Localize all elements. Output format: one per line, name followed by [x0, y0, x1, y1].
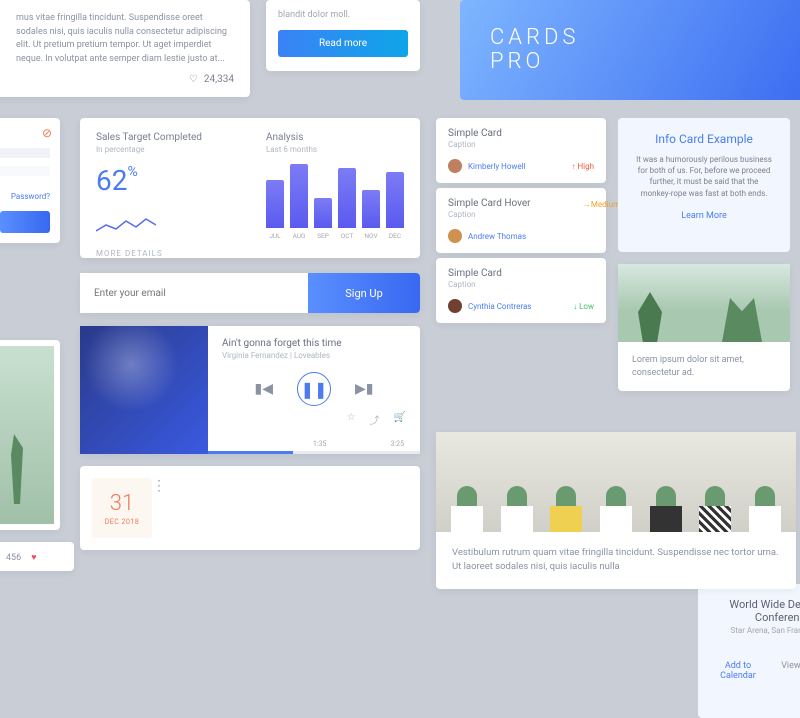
add-calendar-link[interactable]: Add to Calendar	[712, 661, 764, 681]
target-percent: 62%	[96, 164, 234, 197]
bar	[362, 190, 380, 228]
learn-more-link[interactable]: Learn More	[634, 211, 774, 221]
user-name: Kimberly Howell	[468, 162, 526, 171]
hero-image	[436, 432, 796, 532]
info-card: Info Card Example It was a humorously pe…	[618, 118, 790, 252]
bar	[338, 168, 356, 228]
bar	[314, 198, 332, 228]
bar	[386, 172, 404, 228]
next-icon[interactable]: ▶▮	[355, 381, 373, 397]
article-card: mus vitae fringilla tincidunt. Suspendis…	[0, 0, 250, 97]
login-card: ⊘ Password?	[0, 118, 60, 243]
month-labels: JULAUGSEPOCTNOVDEC	[266, 232, 404, 240]
close-icon[interactable]: ⊘	[42, 126, 52, 140]
track-artist: Virginia Fernandez | Loveables	[222, 351, 406, 360]
cart-icon[interactable]: 🛒	[394, 412, 406, 427]
more-icon[interactable]: ⋮	[152, 478, 166, 538]
bar-chart	[266, 162, 404, 228]
like-count: 24,334	[204, 74, 234, 85]
pause-icon[interactable]: ❚❚	[297, 372, 331, 406]
analysis-label: Analysis	[266, 132, 404, 143]
stats-card: Sales Target Completed In percentage 62%…	[80, 118, 420, 258]
banner-line-2: PRO	[490, 50, 800, 74]
album-art	[80, 326, 208, 454]
progress-bar[interactable]	[208, 451, 420, 454]
simple-card-2[interactable]: Simple Card Hover Caption →Medium Andrew…	[436, 188, 606, 253]
star-icon[interactable]: ☆	[347, 412, 356, 427]
event-location: Star Arena, San Francisco, CA	[712, 626, 800, 635]
view-map-link[interactable]: View Directions in Map	[780, 661, 800, 681]
hero-text: Vestibulum rutrum quam vitae fringilla t…	[436, 532, 796, 589]
card-image	[618, 264, 790, 342]
login-button[interactable]	[0, 211, 50, 233]
track-title: Ain't gonna forget this time	[222, 338, 406, 349]
analysis-sublabel: Last 6 months	[266, 145, 404, 154]
article-text: mus vitae fringilla tincidunt. Suspendis…	[16, 12, 234, 66]
signup-form: Sign Up	[80, 273, 420, 313]
share-icon[interactable]: ⤴	[370, 412, 380, 427]
priority-tag: ↑ High	[571, 162, 594, 171]
sparkline	[96, 217, 156, 235]
signup-button[interactable]: Sign Up	[308, 273, 420, 313]
music-player: Ain't gonna forget this time Virginia Fe…	[80, 326, 420, 454]
hero-card: Vestibulum rutrum quam vitae fringilla t…	[436, 432, 796, 589]
simple-card-3[interactable]: Simple Card Caption Cynthia Contreras ↓ …	[436, 258, 606, 323]
avatar	[448, 159, 462, 173]
event-date: 31 DEC 2018	[92, 478, 152, 538]
event-name: World Wide Developer Conference	[712, 598, 800, 624]
time-current: 1:35	[313, 440, 327, 448]
polaroid-image	[0, 346, 54, 524]
info-title: Info Card Example	[634, 132, 774, 146]
target-sublabel: In percentage	[96, 145, 234, 154]
time-total: 3:25	[391, 440, 405, 448]
avatar	[448, 299, 462, 313]
info-body: It was a humorously perilous business fo…	[634, 154, 774, 199]
user-name: Andrew Thomas	[468, 232, 526, 241]
like-count: 456	[6, 553, 21, 563]
title-banner: CARDS PRO	[460, 0, 800, 100]
login-field-2[interactable]	[0, 166, 50, 176]
polaroid-card	[0, 340, 60, 530]
card-text: Lorem ipsum dolor sit amet, consectetur …	[618, 342, 790, 391]
forgot-password-link[interactable]: Password?	[0, 192, 50, 201]
like-bar: 456 ♥	[0, 542, 74, 571]
readmore-card: blandit dolor moll. Read more	[266, 0, 420, 71]
image-card: Lorem ipsum dolor sit amet, consectetur …	[618, 264, 790, 391]
email-input[interactable]	[80, 273, 308, 313]
prev-icon[interactable]: ▮◀	[255, 381, 273, 397]
login-field-1[interactable]	[0, 148, 50, 158]
bar	[266, 180, 284, 228]
event-card: 31 DEC 2018 World Wide Developer Confere…	[80, 466, 420, 550]
banner-line-1: CARDS	[490, 26, 800, 50]
simple-card-1[interactable]: Simple Card Caption Kimberly Howell ↑ Hi…	[436, 118, 606, 183]
target-label: Sales Target Completed	[96, 132, 234, 143]
more-details-link[interactable]: MORE DETAILS	[96, 249, 234, 258]
bar	[290, 164, 308, 228]
heart-icon[interactable]: ♥	[31, 552, 36, 563]
priority-tag: ↓ Low	[573, 302, 594, 311]
priority-tag: →Medium	[583, 200, 620, 209]
avatar	[448, 229, 462, 243]
readmore-button[interactable]: Read more	[278, 30, 408, 57]
user-name: Cynthia Contreras	[468, 302, 531, 311]
heart-icon[interactable]: ♡	[189, 74, 198, 85]
readmore-desc: blandit dolor moll.	[278, 10, 408, 20]
